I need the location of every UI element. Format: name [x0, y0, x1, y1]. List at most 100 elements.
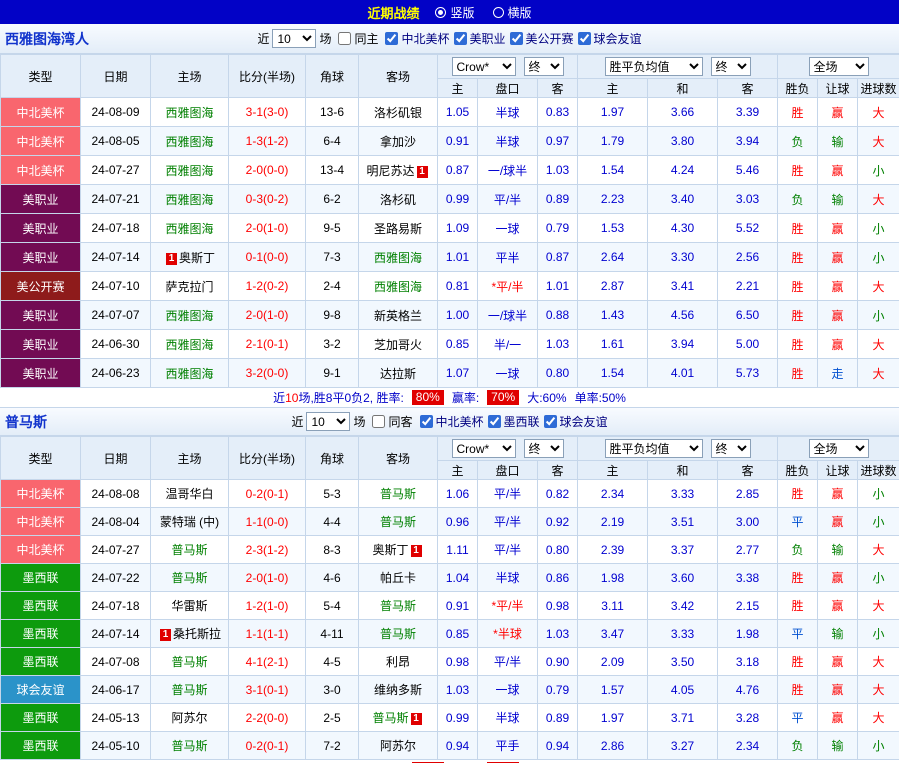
league-checkbox[interactable] — [453, 31, 467, 45]
goals-result-cell: 小 — [857, 242, 899, 272]
corner-cell: 13-4 — [305, 155, 359, 185]
league-filter[interactable]: 美公开赛 — [506, 30, 574, 47]
team-label: 维纳多斯 — [373, 683, 422, 697]
final-odds-select[interactable]: 终 — [523, 57, 564, 76]
league-filter[interactable]: 球会友谊 — [540, 413, 608, 430]
league-checkbox[interactable] — [487, 414, 501, 428]
horizontal-layout-label: 横版 — [507, 5, 532, 20]
home-team-cell: 普马斯 — [150, 563, 229, 592]
full-match-select[interactable]: 全场 — [808, 57, 869, 76]
away-team-cell: 洛杉矶 — [358, 184, 438, 214]
same-ground-checkbox[interactable] — [338, 32, 352, 45]
goals-result-cell: 大 — [857, 97, 899, 127]
away-team-cell: 维纳多斯 — [358, 675, 438, 704]
league-checkbox[interactable] — [577, 31, 591, 45]
corner-cell: 7-3 — [305, 242, 359, 272]
home-team-cell: 萨克拉门 — [150, 271, 229, 301]
same-ground-filter[interactable]: 同主 — [334, 30, 378, 47]
bookmaker-select[interactable]: Crow* — [451, 57, 516, 76]
league-filter[interactable]: 中北美杯 — [381, 30, 450, 47]
home-team-cell: 西雅图海 — [150, 213, 229, 243]
top-bar: 近期战绩 竖版 横版 — [0, 0, 899, 24]
final-odds-select[interactable]: 终 — [523, 439, 564, 458]
odds-average-select[interactable]: 胜平负均值 — [604, 439, 703, 458]
asian-away-odds: 0.79 — [536, 213, 579, 243]
away-team-cell: 芝加哥火 — [358, 329, 438, 359]
date-cell: 24-06-17 — [80, 675, 151, 704]
match-count-select[interactable]: 10 — [272, 29, 317, 48]
asian-home-odds: 0.91 — [437, 126, 478, 156]
handicap-cell: 一球 — [477, 675, 538, 704]
score-cell: 0-2(0-1) — [228, 479, 306, 508]
goals-result-cell: 大 — [857, 535, 899, 564]
date-cell: 24-05-10 — [80, 731, 151, 760]
handicap-result-cell: 赢 — [817, 300, 859, 330]
euro-away-odds: 2.15 — [717, 591, 779, 620]
date-cell: 24-07-14 — [80, 619, 151, 648]
euro-draw-odds: 3.80 — [647, 126, 719, 156]
euro-home-odds: 2.09 — [577, 647, 649, 676]
league-badge: 墨西联 — [0, 591, 81, 620]
league-checkbox[interactable] — [419, 414, 433, 428]
same-ground-checkbox[interactable] — [372, 415, 386, 428]
handicap-cell: 半球 — [477, 97, 538, 127]
euro-home-odds: 2.64 — [577, 242, 649, 272]
asian-odds-header: Crow* 终 — [436, 54, 579, 79]
sub-header-handicap: 盘口 — [477, 78, 538, 98]
euro-away-odds: 3.38 — [717, 563, 779, 592]
bookmaker-select[interactable]: Crow* — [451, 439, 516, 458]
match-row: 墨西联 24-07-14 1 桑托斯拉 1-1(1-1) 4-11 普马斯 0.85 *半球 1.… — [0, 619, 899, 648]
match-row: 墨西联 24-07-08 普马斯 4-1(2-1) 4-5 利昂 0.98 平/半 0.90 2.… — [0, 647, 899, 676]
handicap-win-rate-badge: 70% — [487, 390, 520, 405]
full-match-select[interactable]: 全场 — [808, 439, 869, 458]
result-cell: 平 — [777, 619, 819, 648]
big-rate-text: 大:60% — [527, 391, 567, 405]
match-row: 美职业 24-07-07 西雅图海 2-0(1-0) 9-8 新英格兰 1.00 一/球半 0.… — [0, 300, 899, 330]
euro-home-odds: 1.79 — [577, 126, 649, 156]
final-odds-select-2[interactable]: 终 — [710, 57, 751, 76]
team-label: 普马斯 — [379, 599, 416, 613]
date-cell: 24-07-27 — [80, 155, 151, 185]
euro-home-odds: 2.39 — [577, 535, 649, 564]
league-filter[interactable]: 球会友谊 — [574, 30, 642, 47]
vertical-layout-option[interactable]: 竖版 — [435, 4, 475, 21]
horizontal-layout-radio[interactable] — [492, 6, 504, 18]
match-row: 中北美杯 24-08-08 温哥华白 0-2(0-1) 5-3 普马斯 1.06 平/半 0.8… — [0, 479, 899, 508]
horizontal-layout-option[interactable]: 横版 — [492, 4, 532, 21]
league-filter[interactable]: 墨西联 — [484, 413, 540, 430]
league-checkbox[interactable] — [509, 31, 523, 45]
league-badge: 美职业 — [0, 213, 81, 243]
result-cell: 负 — [777, 731, 819, 760]
league-filter[interactable]: 美职业 — [450, 30, 506, 47]
final-odds-select-2[interactable]: 终 — [710, 439, 751, 458]
sub-header-euro-home: 主 — [577, 78, 649, 98]
euro-draw-odds: 3.50 — [647, 647, 719, 676]
league-badge: 墨西联 — [0, 647, 81, 676]
team-label: 普马斯 — [171, 543, 208, 557]
near-label: 近 — [257, 32, 270, 46]
league-filter[interactable]: 中北美杯 — [416, 413, 484, 430]
league-checkbox[interactable] — [543, 414, 557, 428]
euro-odds-header: 胜平负均值 终 — [577, 54, 779, 79]
vertical-layout-radio[interactable] — [435, 6, 447, 18]
column-header-corner: 角球 — [305, 436, 359, 480]
score-cell: 1-2(1-0) — [228, 591, 306, 620]
column-header-home: 主场 — [150, 54, 229, 98]
euro-home-odds: 2.34 — [577, 479, 649, 508]
same-ground-filter[interactable]: 同客 — [368, 413, 413, 430]
asian-away-odds: 0.80 — [536, 535, 579, 564]
asian-away-odds: 0.83 — [536, 97, 579, 127]
red-card-badge: 1 — [410, 545, 422, 557]
handicap-cell: 平/半 — [477, 507, 538, 536]
team-label: 桑托斯拉 — [172, 627, 221, 641]
asian-home-odds: 1.04 — [437, 563, 478, 592]
euro-away-odds: 3.00 — [717, 507, 779, 536]
team-label: 新英格兰 — [373, 308, 422, 323]
match-row: 墨西联 24-07-18 华雷斯 1-2(1-0) 5-4 普马斯 0.91 *平/半 0.98… — [0, 591, 899, 620]
match-count-select[interactable]: 10 — [306, 412, 351, 431]
handicap-cell: 一/球半 — [477, 155, 538, 185]
odds-average-select[interactable]: 胜平负均值 — [604, 57, 703, 76]
league-checkbox[interactable] — [385, 31, 399, 45]
result-cell: 胜 — [777, 329, 819, 359]
asian-home-odds: 0.81 — [437, 271, 478, 301]
